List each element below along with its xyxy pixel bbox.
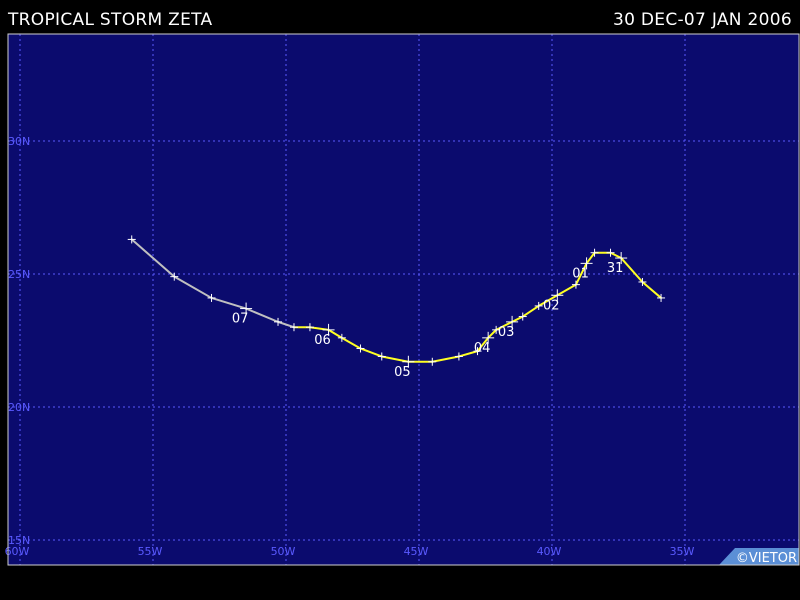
- credit-text: ©VIETOR: [736, 551, 797, 566]
- day-label: 02: [543, 298, 560, 313]
- day-label: 04: [474, 341, 491, 356]
- lat-tick-label: 25N: [8, 268, 30, 281]
- lon-tick-label: 55W: [138, 545, 163, 558]
- page-title: TROPICAL STORM ZETA: [8, 10, 213, 30]
- lon-tick-label: 50W: [271, 545, 296, 558]
- day-label: 05: [394, 365, 411, 380]
- day-label: 07: [232, 312, 249, 327]
- date-range: 30 DEC-07 JAN 2006: [612, 10, 792, 30]
- lon-tick-label: 40W: [537, 545, 562, 558]
- day-label: 31: [607, 261, 624, 276]
- lat-tick-label: 15N: [8, 534, 30, 547]
- lat-tick-label: 20N: [8, 401, 30, 414]
- lon-tick-label: 45W: [404, 545, 429, 558]
- lon-tick-label: 35W: [670, 545, 695, 558]
- day-label: 06: [314, 333, 331, 348]
- day-label: 01: [572, 266, 589, 281]
- day-label: 03: [498, 325, 515, 340]
- storm-track-map: 60W 55W 50W 45W 40W 35W15N20N25N30N 310102030…: [5, 33, 800, 566]
- lat-tick-label: 30N: [8, 135, 30, 148]
- map-background: [8, 34, 799, 565]
